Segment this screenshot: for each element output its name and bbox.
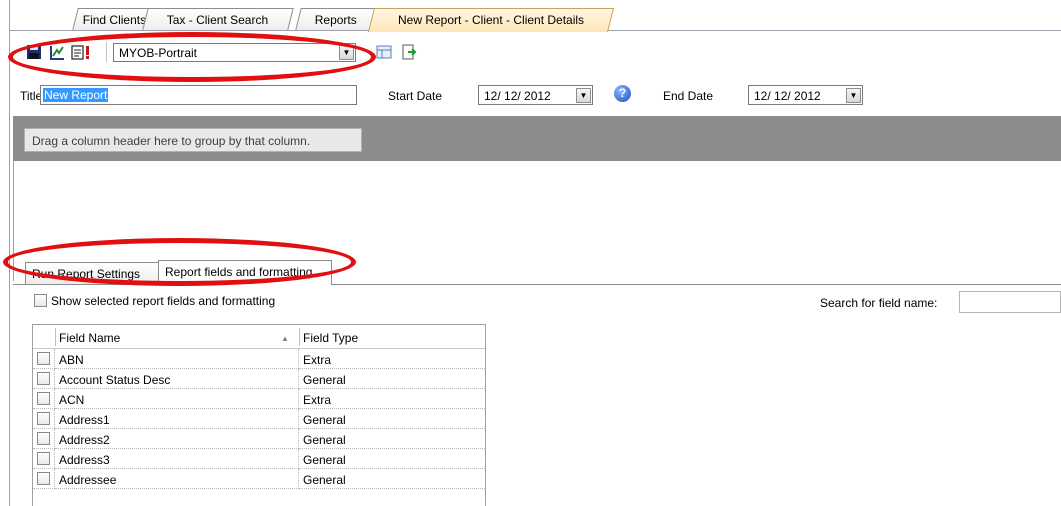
- field-type-cell: General: [299, 449, 485, 469]
- field-type-cell: General: [299, 409, 485, 429]
- start-date-value: 12/ 12/ 2012: [484, 89, 551, 103]
- row-checkbox[interactable]: [37, 392, 50, 405]
- chevron-down-icon[interactable]: ▼: [576, 88, 591, 103]
- group-by-hint: Drag a column header here to group by th…: [24, 128, 362, 152]
- window-frame-left: [9, 0, 10, 506]
- table-row[interactable]: Address3 General: [33, 449, 485, 469]
- row-checkbox[interactable]: [37, 352, 50, 365]
- row-checkbox[interactable]: [37, 452, 50, 465]
- help-icon[interactable]: ?: [614, 85, 631, 102]
- search-field-input[interactable]: [959, 291, 1061, 313]
- tab-report-fields-formatting[interactable]: Report fields and formatting: [158, 260, 332, 285]
- end-date-value: 12/ 12/ 2012: [754, 89, 821, 103]
- run-report-icon[interactable]: [71, 44, 97, 60]
- tab-tax-client-search[interactable]: Tax - Client Search: [142, 8, 294, 31]
- table-row[interactable]: ABN Extra: [33, 349, 485, 369]
- title-label: Title: [20, 89, 43, 103]
- report-template-value: MYOB-Portrait: [119, 46, 198, 60]
- document-tab-strip: Find Clients Tax - Client Search Reports…: [10, 8, 1061, 32]
- show-selected-checkbox[interactable]: [34, 294, 47, 307]
- save-icon[interactable]: [26, 44, 42, 60]
- tab-reports[interactable]: Reports: [295, 8, 377, 31]
- row-checkbox[interactable]: [37, 412, 50, 425]
- field-type-cell: Extra: [299, 389, 485, 409]
- field-name-cell: Addressee: [55, 469, 299, 489]
- table-row[interactable]: Address2 General: [33, 429, 485, 449]
- grid-header: Field Name ▲ Field Type: [33, 325, 485, 349]
- row-checkbox[interactable]: [37, 472, 50, 485]
- column-header-field-name[interactable]: Field Name: [55, 325, 299, 348]
- table-row[interactable]: Address1 General: [33, 409, 485, 429]
- field-type-cell: General: [299, 369, 485, 389]
- field-name-cell: Address3: [55, 449, 299, 469]
- row-checkbox[interactable]: [37, 432, 50, 445]
- start-date-picker[interactable]: 12/ 12/ 2012 ▼: [478, 85, 593, 105]
- layout-icon[interactable]: [376, 44, 392, 60]
- field-name-cell: ACN: [55, 389, 299, 409]
- row-checkbox[interactable]: [37, 372, 50, 385]
- search-field-label: Search for field name:: [820, 296, 938, 310]
- field-name-cell: Address2: [55, 429, 299, 449]
- end-date-label: End Date: [663, 89, 714, 103]
- end-date-picker[interactable]: 12/ 12/ 2012 ▼: [748, 85, 863, 105]
- title-value: New Report: [43, 88, 109, 102]
- panel-border: [13, 161, 14, 281]
- table-row[interactable]: Addressee General: [33, 469, 485, 489]
- tab-run-report-settings[interactable]: Run Report Settings: [25, 262, 159, 284]
- fields-grid: Field Name ▲ Field Type ABN Extra Accoun…: [32, 324, 486, 506]
- tab-new-report-client-details[interactable]: New Report - Client - Client Details: [368, 8, 614, 32]
- export-icon[interactable]: [401, 44, 417, 60]
- field-type-cell: General: [299, 429, 485, 449]
- show-selected-label: Show selected report fields and formatti…: [51, 294, 276, 308]
- start-date-label: Start Date: [388, 89, 443, 103]
- table-row[interactable]: Account Status Desc General: [33, 369, 485, 389]
- title-input[interactable]: New Report: [40, 85, 357, 105]
- sort-ascending-icon: ▲: [281, 334, 289, 343]
- table-row[interactable]: ACN Extra: [33, 389, 485, 409]
- chevron-down-icon[interactable]: ▼: [339, 45, 354, 60]
- field-name-cell: ABN: [55, 349, 299, 369]
- field-type-cell: General: [299, 469, 485, 489]
- field-name-cell: Account Status Desc: [55, 369, 299, 389]
- report-template-dropdown[interactable]: MYOB-Portrait ▼: [113, 43, 356, 62]
- chevron-down-icon[interactable]: ▼: [846, 88, 861, 103]
- edit-report-icon[interactable]: [49, 44, 65, 60]
- column-header-field-type[interactable]: Field Type: [299, 325, 485, 348]
- toolbar-separator: [106, 42, 107, 62]
- field-name-cell: Address1: [55, 409, 299, 429]
- field-type-cell: Extra: [299, 349, 485, 369]
